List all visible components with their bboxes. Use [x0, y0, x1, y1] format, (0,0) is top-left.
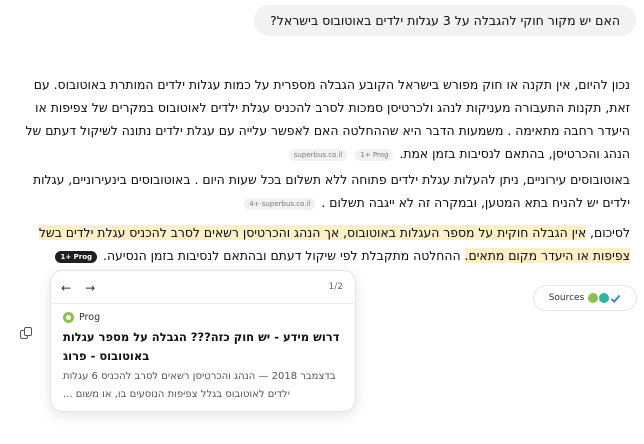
citation-chip-count[interactable]: 1+ Prog — [355, 148, 394, 161]
prog-logo-icon — [63, 312, 74, 323]
green-bus-logo-icon — [588, 293, 599, 303]
superbus-logo-icon — [599, 293, 610, 303]
sources-label: Sources — [548, 293, 585, 303]
citation-chip-superbus-4[interactable]: 4+ superbus.co.il — [244, 197, 316, 210]
citation-popup[interactable]: ← → 1/2 Prog דרוש מידע - יש חוק כזה??? ה… — [50, 270, 356, 412]
user-message-bubble: האם יש מקור חוקי להגבלה על 3 עגלות ילדים… — [254, 5, 636, 36]
arrow-left-icon[interactable]: ← — [61, 281, 71, 295]
copy-icon[interactable] — [20, 327, 34, 341]
user-message-text: האם יש מקור חוקי להגבלה על 3 עגלות ילדים… — [270, 13, 620, 28]
popup-nav: ← → — [61, 281, 95, 295]
answer-paragraph-2: באוטובוסים עירוניים, ניתן להעלות עגלת יל… — [24, 168, 630, 214]
arrow-right-icon[interactable]: → — [85, 281, 95, 295]
answer-paragraph-3: לסיכום, אין הגבלה חוקית על מספר העגלות ב… — [24, 221, 630, 267]
paragraph-3-rest: ההחלטה מתקבלת לפי שיקול דעתם ובהתאם לנסי… — [103, 248, 465, 263]
paragraph-3-lead: לסיכום, — [586, 225, 630, 240]
sources-button[interactable]: Sources — [533, 285, 637, 311]
popup-title-link[interactable]: דרוש מידע - יש חוק כזה??? הגבלה על מספר … — [63, 328, 343, 366]
answer-paragraph-1: נכון להיום, אין תקנה או חוק מפורש בישראל… — [24, 73, 630, 165]
sources-icons — [588, 293, 621, 304]
popup-pager: 1/2 — [328, 282, 343, 292]
popup-source: Prog — [63, 312, 100, 323]
check-icon — [611, 294, 621, 303]
citation-chip-superbus[interactable]: superbus.co.il — [288, 148, 348, 161]
popup-source-name: Prog — [79, 312, 101, 323]
popup-divider — [51, 303, 355, 304]
paragraph-2-text: באוטובוסים עירוניים, ניתן להעלות עגלת יל… — [32, 172, 630, 210]
citation-chip-prog-active[interactable]: 1+ Prog — [55, 250, 98, 263]
popup-snippet: בדצמבר 2018 — הנהג והכרטיסן רשאים לסרב ל… — [63, 371, 336, 400]
